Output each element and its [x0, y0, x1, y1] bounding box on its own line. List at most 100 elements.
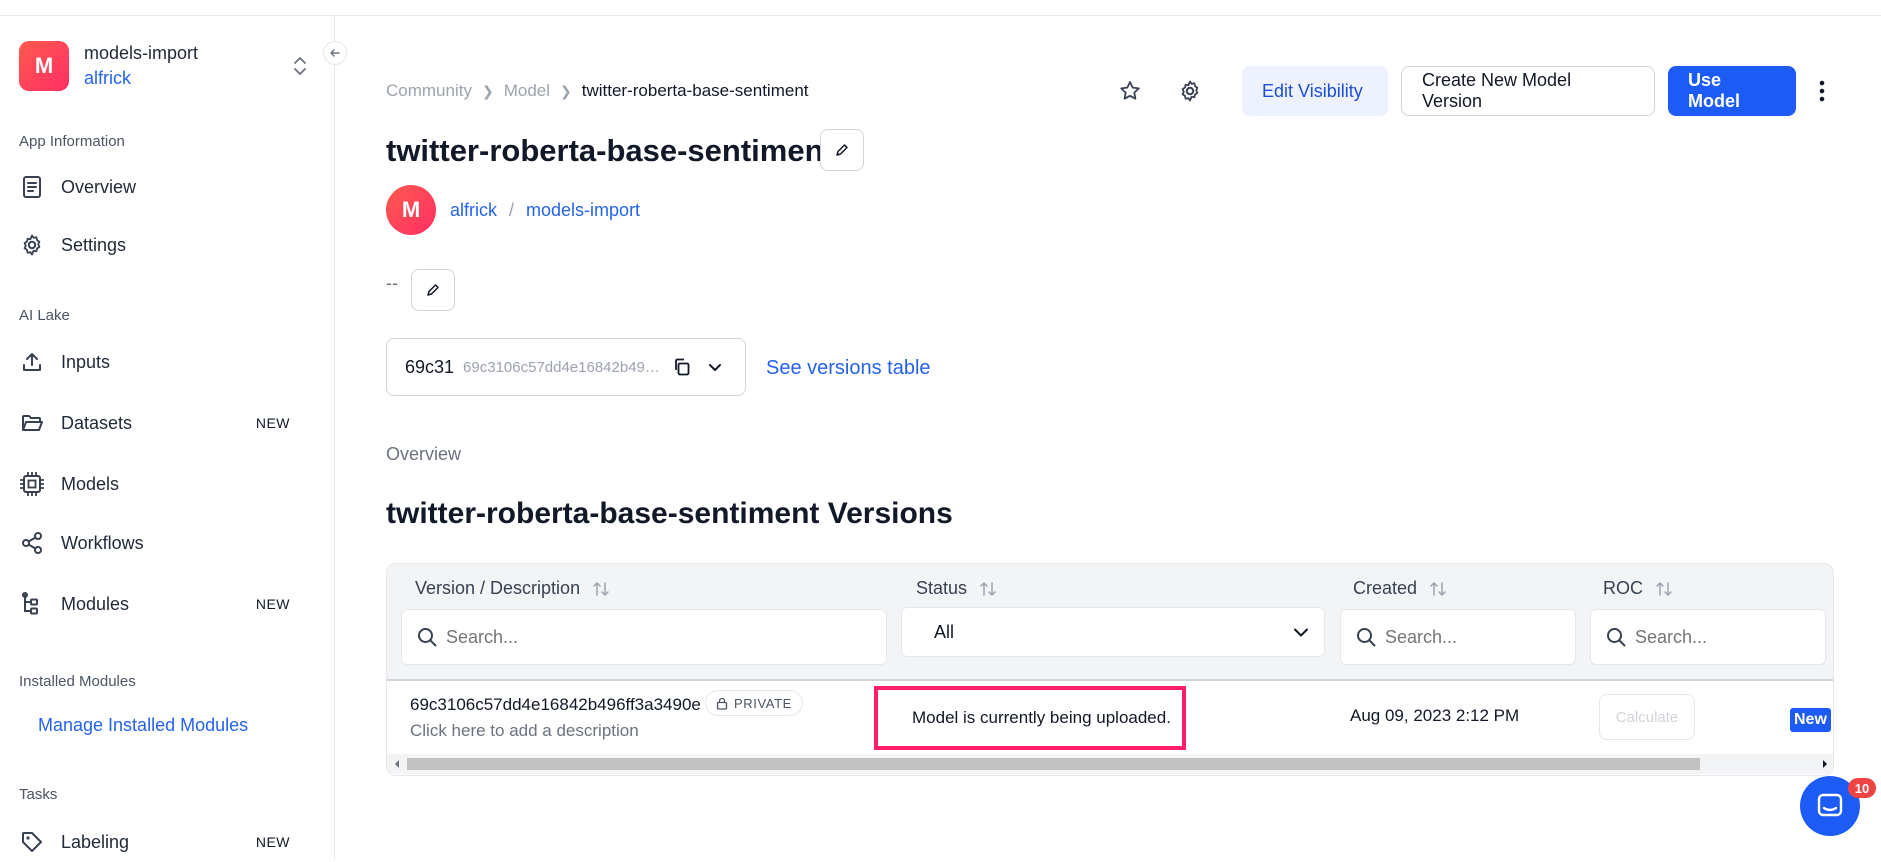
- sort-icon: [1430, 581, 1446, 596]
- use-model-button[interactable]: Use Model: [1668, 66, 1796, 116]
- status-cell: Model is currently being uploaded.: [874, 686, 1186, 750]
- sidebar-item-workflows[interactable]: Workflows: [19, 523, 299, 563]
- table-row[interactable]: 69c3106c57dd4e16842b496ff3a3490e PRIVATE…: [387, 681, 1833, 753]
- column-header-created[interactable]: Created: [1353, 578, 1447, 599]
- breadcrumb-current: twitter-roberta-base-sentiment: [581, 81, 809, 100]
- sort-icon: [1656, 581, 1672, 596]
- hierarchy-icon: [19, 591, 45, 617]
- status-filter-value: All: [934, 621, 955, 642]
- edit-title-button[interactable]: [820, 129, 864, 171]
- page-title: twitter-roberta-base-sentiment: [386, 133, 834, 168]
- new-tag: New: [1790, 708, 1831, 732]
- sidebar-item-label: Workflows: [61, 532, 144, 553]
- chip-icon: [19, 471, 45, 497]
- search-field[interactable]: [1385, 626, 1530, 648]
- gear-icon: [1181, 80, 1199, 102]
- created-date: Aug 09, 2023 2:12 PM: [1350, 706, 1520, 725]
- sidebar-item-modules[interactable]: Modules NEW: [19, 584, 299, 624]
- sidebar-item-settings[interactable]: Settings: [19, 225, 299, 265]
- app-switcher[interactable]: M models-import alfrick: [19, 40, 309, 92]
- search-icon: [418, 628, 437, 647]
- see-versions-table-link[interactable]: See versions table: [766, 357, 931, 380]
- owner-user-link[interactable]: alfrick: [450, 200, 497, 221]
- app-name: models-import: [84, 43, 199, 63]
- column-header-label: Status: [916, 578, 968, 598]
- chevron-down-icon[interactable]: [704, 355, 727, 379]
- lock-icon: [716, 697, 728, 710]
- copy-icon[interactable]: [671, 355, 694, 379]
- sidebar-item-label: Overview: [61, 176, 137, 197]
- sidebar-item-datasets[interactable]: Datasets NEW: [19, 403, 299, 443]
- new-badge: NEW: [255, 415, 290, 431]
- sidebar-item-overview[interactable]: Overview: [19, 167, 299, 207]
- search-field[interactable]: [1635, 626, 1780, 648]
- new-badge: NEW: [255, 596, 290, 612]
- settings-button[interactable]: [1170, 71, 1210, 111]
- star-button[interactable]: [1110, 71, 1150, 111]
- folder-open-icon: [19, 410, 45, 436]
- add-description-link[interactable]: Click here to add a description: [410, 721, 639, 741]
- chat-icon: [1817, 793, 1843, 817]
- sort-icon: [593, 581, 609, 596]
- version-search-input[interactable]: [401, 609, 887, 665]
- version-selector[interactable]: 69c31 69c3106c57dd4e16842b496ff3a3490e: [386, 338, 746, 396]
- versions-table: Version / Description Status Created ROC…: [386, 563, 1834, 776]
- roc-search-input[interactable]: [1590, 609, 1826, 665]
- scroll-left-icon[interactable]: [393, 759, 401, 769]
- more-options-button[interactable]: [1812, 76, 1832, 106]
- arrow-left-icon: [330, 49, 340, 57]
- edit-description-button[interactable]: [411, 269, 455, 311]
- owner-avatar: M: [386, 185, 436, 235]
- owner-app-link[interactable]: models-import: [526, 200, 640, 221]
- column-header-roc[interactable]: ROC: [1603, 578, 1673, 599]
- versions-section-title: twitter-roberta-base-sentiment Versions: [386, 497, 953, 530]
- kebab-menu-icon: [1819, 80, 1825, 102]
- tag-icon: [19, 829, 45, 855]
- calculate-roc-button[interactable]: Calculate: [1599, 694, 1695, 740]
- scroll-right-icon[interactable]: [1821, 759, 1829, 769]
- manage-installed-modules-link[interactable]: Manage Installed Modules: [38, 715, 248, 736]
- chevron-right-icon: ❯: [481, 82, 494, 99]
- breadcrumb-model[interactable]: Model: [504, 81, 550, 101]
- sidebar-item-models[interactable]: Models: [19, 464, 299, 504]
- version-full-id: 69c3106c57dd4e16842b496ff3a3490e: [463, 358, 661, 376]
- collapse-sidebar-button[interactable]: [323, 41, 347, 65]
- app-avatar: M: [19, 41, 69, 91]
- chevron-up-down-icon: [294, 57, 306, 75]
- pencil-icon: [427, 284, 439, 296]
- search-icon: [1607, 628, 1626, 647]
- column-header-status[interactable]: Status: [916, 578, 997, 599]
- search-field[interactable]: [446, 626, 766, 648]
- sidebar-item-label: Inputs: [61, 351, 111, 372]
- horizontal-scrollbar[interactable]: [387, 754, 1833, 774]
- share-nodes-icon: [19, 530, 45, 556]
- upload-icon: [19, 349, 45, 375]
- edit-visibility-button[interactable]: Edit Visibility: [1242, 66, 1388, 116]
- column-header-version[interactable]: Version / Description: [415, 578, 610, 599]
- breadcrumb-community[interactable]: Community: [386, 81, 472, 101]
- column-header-label: Version / Description: [415, 578, 581, 598]
- sidebar-item-label: Datasets: [61, 412, 133, 433]
- sort-icon: [980, 581, 996, 596]
- scrollbar-thumb[interactable]: [407, 758, 1700, 770]
- version-id[interactable]: 69c3106c57dd4e16842b496ff3a3490e: [410, 695, 701, 715]
- private-badge: PRIVATE: [705, 690, 803, 716]
- column-header-label: ROC: [1603, 578, 1643, 598]
- sidebar-item-inputs[interactable]: Inputs: [19, 342, 299, 382]
- document-icon: [19, 174, 45, 200]
- model-description: --: [386, 273, 398, 293]
- status-filter-select[interactable]: All: [901, 607, 1325, 657]
- section-label-tasks: Tasks: [19, 786, 58, 803]
- table-header: Version / Description Status Created ROC…: [387, 564, 1833, 681]
- pencil-icon: [836, 144, 848, 156]
- app-owner-link[interactable]: alfrick: [84, 68, 198, 89]
- separator: /: [509, 200, 515, 220]
- sidebar-item-label: Settings: [61, 234, 127, 255]
- overview-label: Overview: [386, 444, 462, 464]
- notification-count-badge: 10: [1848, 778, 1876, 798]
- sidebar-item-labeling[interactable]: Labeling NEW: [19, 822, 299, 862]
- created-search-input[interactable]: [1340, 609, 1576, 665]
- create-new-model-version-button[interactable]: Create New Model Version: [1401, 66, 1655, 116]
- breadcrumb: Community ❯ Model ❯ twitter-roberta-base…: [386, 81, 809, 101]
- column-header-label: Created: [1353, 578, 1418, 598]
